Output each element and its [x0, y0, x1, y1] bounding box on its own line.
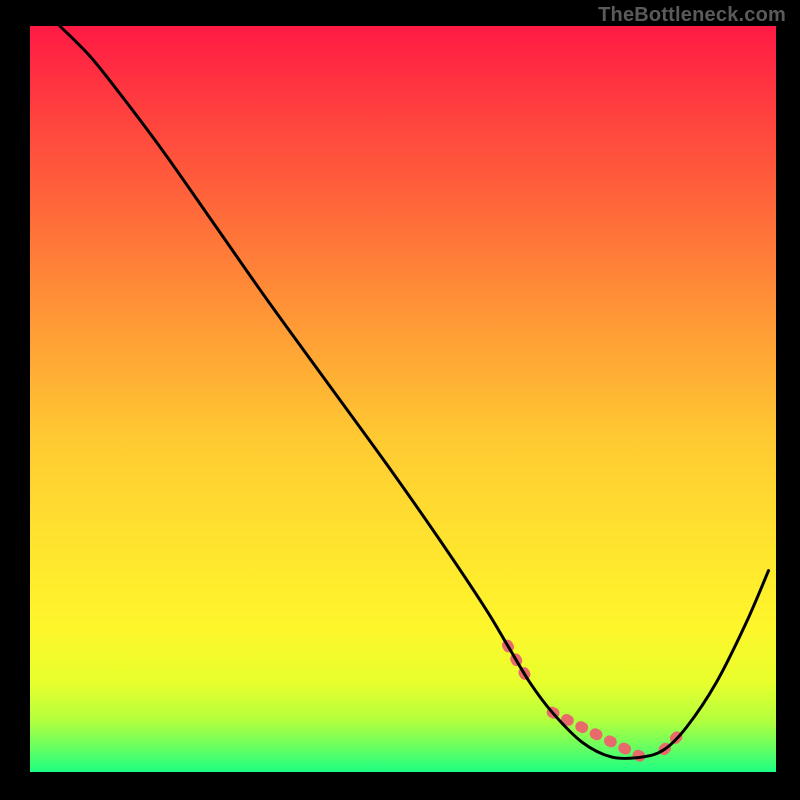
chart-stage: TheBottleneck.com [0, 0, 800, 800]
bottleneck-chart [0, 0, 800, 800]
watermark-text: TheBottleneck.com [598, 4, 786, 27]
gradient-background [30, 26, 776, 772]
